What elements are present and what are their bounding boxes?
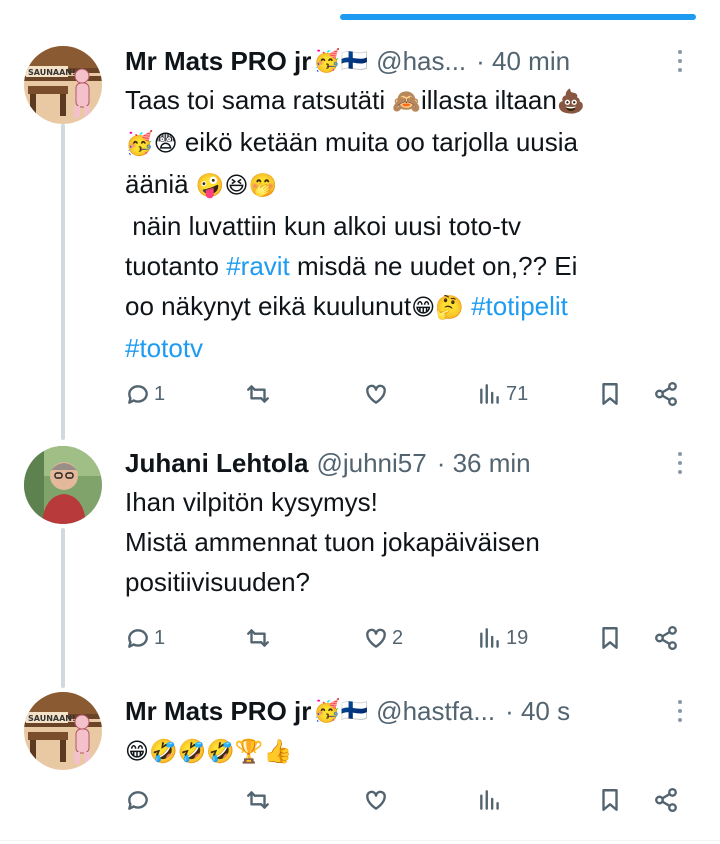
timestamp[interactable]: · 36 min [437,448,531,479]
reply-icon [128,791,148,810]
timestamp[interactable]: · 40 min [476,46,570,77]
bookmark-button[interactable] [597,376,623,412]
timestamp[interactable]: · 40 s [505,696,570,727]
share-button[interactable] [653,620,679,656]
more-icon[interactable] [672,696,688,726]
name-emojis: 🥳🇫🇮 [313,698,369,724]
tweet-actions: 1 71 [125,376,685,412]
display-name[interactable]: Mr Mats PRO jr [125,696,311,727]
bookmark-button[interactable] [597,782,623,818]
avatar[interactable]: SAUNAAN! [24,46,102,124]
like-icon [366,628,386,648]
bookmark-icon [602,627,618,649]
like-button[interactable]: 2 [363,620,403,656]
retweet-icon [247,791,269,809]
tweet[interactable]: Juhani Lehtola @juhni57 · 36 min Ihan vi… [0,444,720,684]
share-button[interactable] [653,376,679,412]
like-count: 2 [392,626,404,649]
retweet-button[interactable] [245,782,274,818]
share-button[interactable] [653,782,679,818]
bookmark-icon [602,789,618,811]
like-icon [366,384,386,404]
name-emojis: 🥳🇫🇮 [313,48,369,74]
share-icon [655,625,677,651]
like-button[interactable] [363,376,392,412]
display-name[interactable]: Juhani Lehtola [125,448,308,479]
divider [0,840,720,841]
more-icon[interactable] [672,448,688,478]
retweet-icon [247,629,269,647]
like-button[interactable] [363,782,392,818]
reply-button[interactable]: 1 [125,620,165,656]
like-icon [366,790,386,810]
avatar[interactable] [24,446,102,524]
bookmark-icon [602,383,618,405]
scroll-progress [0,0,720,24]
tweet[interactable]: SAUNAAN! Mr Mats PRO jr 🥳🇫🇮 @has... · 40… [0,40,720,440]
hashtag-link[interactable]: #totipelit [471,291,568,321]
svg-text:SAUNAAN!: SAUNAAN! [28,714,76,723]
hashtag-link[interactable]: #tototv [125,333,203,363]
reply-count: 1 [154,626,166,649]
reply-button[interactable]: 1 [125,376,165,412]
svg-text:SAUNAAN!: SAUNAAN! [28,68,76,77]
tweet[interactable]: SAUNAAN! Mr Mats PRO jr 🥳🇫🇮 @hastfa... ·… [0,686,720,836]
avatar[interactable]: SAUNAAN! [24,692,102,770]
display-name[interactable]: Mr Mats PRO jr [125,46,311,77]
retweet-button[interactable] [245,620,274,656]
user-handle[interactable]: @juhni57 [316,448,426,479]
tweet-text: Taas toi sama ratsutäti 🙈illasta iltaan💩… [125,85,586,363]
views-button[interactable]: 19 [477,620,528,656]
tweet-header: Mr Mats PRO jr 🥳🇫🇮 @hastfa... · 40 s [125,694,680,728]
views-icon [480,628,499,648]
tweet-actions [125,782,685,818]
user-handle[interactable]: @has... [376,46,466,77]
tweet-header: Mr Mats PRO jr 🥳🇫🇮 @has... · 40 min [125,44,680,78]
tweet-text: 😁🤣🤣🤣🏆👍 [125,739,293,765]
views-count: 71 [506,382,529,405]
views-count: 19 [506,626,529,649]
more-icon[interactable] [672,46,688,76]
scroll-progress-bar [340,14,696,20]
reply-icon [128,385,148,404]
retweet-icon [247,385,269,403]
tweet-actions: 1 2 19 [125,620,685,656]
tweet-text: Ihan vilpitön kysymys! Mistä ammennat tu… [125,487,540,597]
views-icon [480,790,499,810]
reply-button[interactable] [125,782,154,818]
user-handle[interactable]: @hastfa... [376,696,495,727]
share-icon [655,381,677,407]
bookmark-button[interactable] [597,620,623,656]
reply-icon [128,629,148,648]
views-icon [480,384,499,404]
hashtag-link[interactable]: #ravit [226,251,290,281]
reply-count: 1 [154,382,166,405]
share-icon [655,787,677,813]
views-button[interactable]: 71 [477,376,528,412]
retweet-button[interactable] [245,376,274,412]
tweet-header: Juhani Lehtola @juhni57 · 36 min [125,446,680,480]
views-button[interactable] [477,782,506,818]
